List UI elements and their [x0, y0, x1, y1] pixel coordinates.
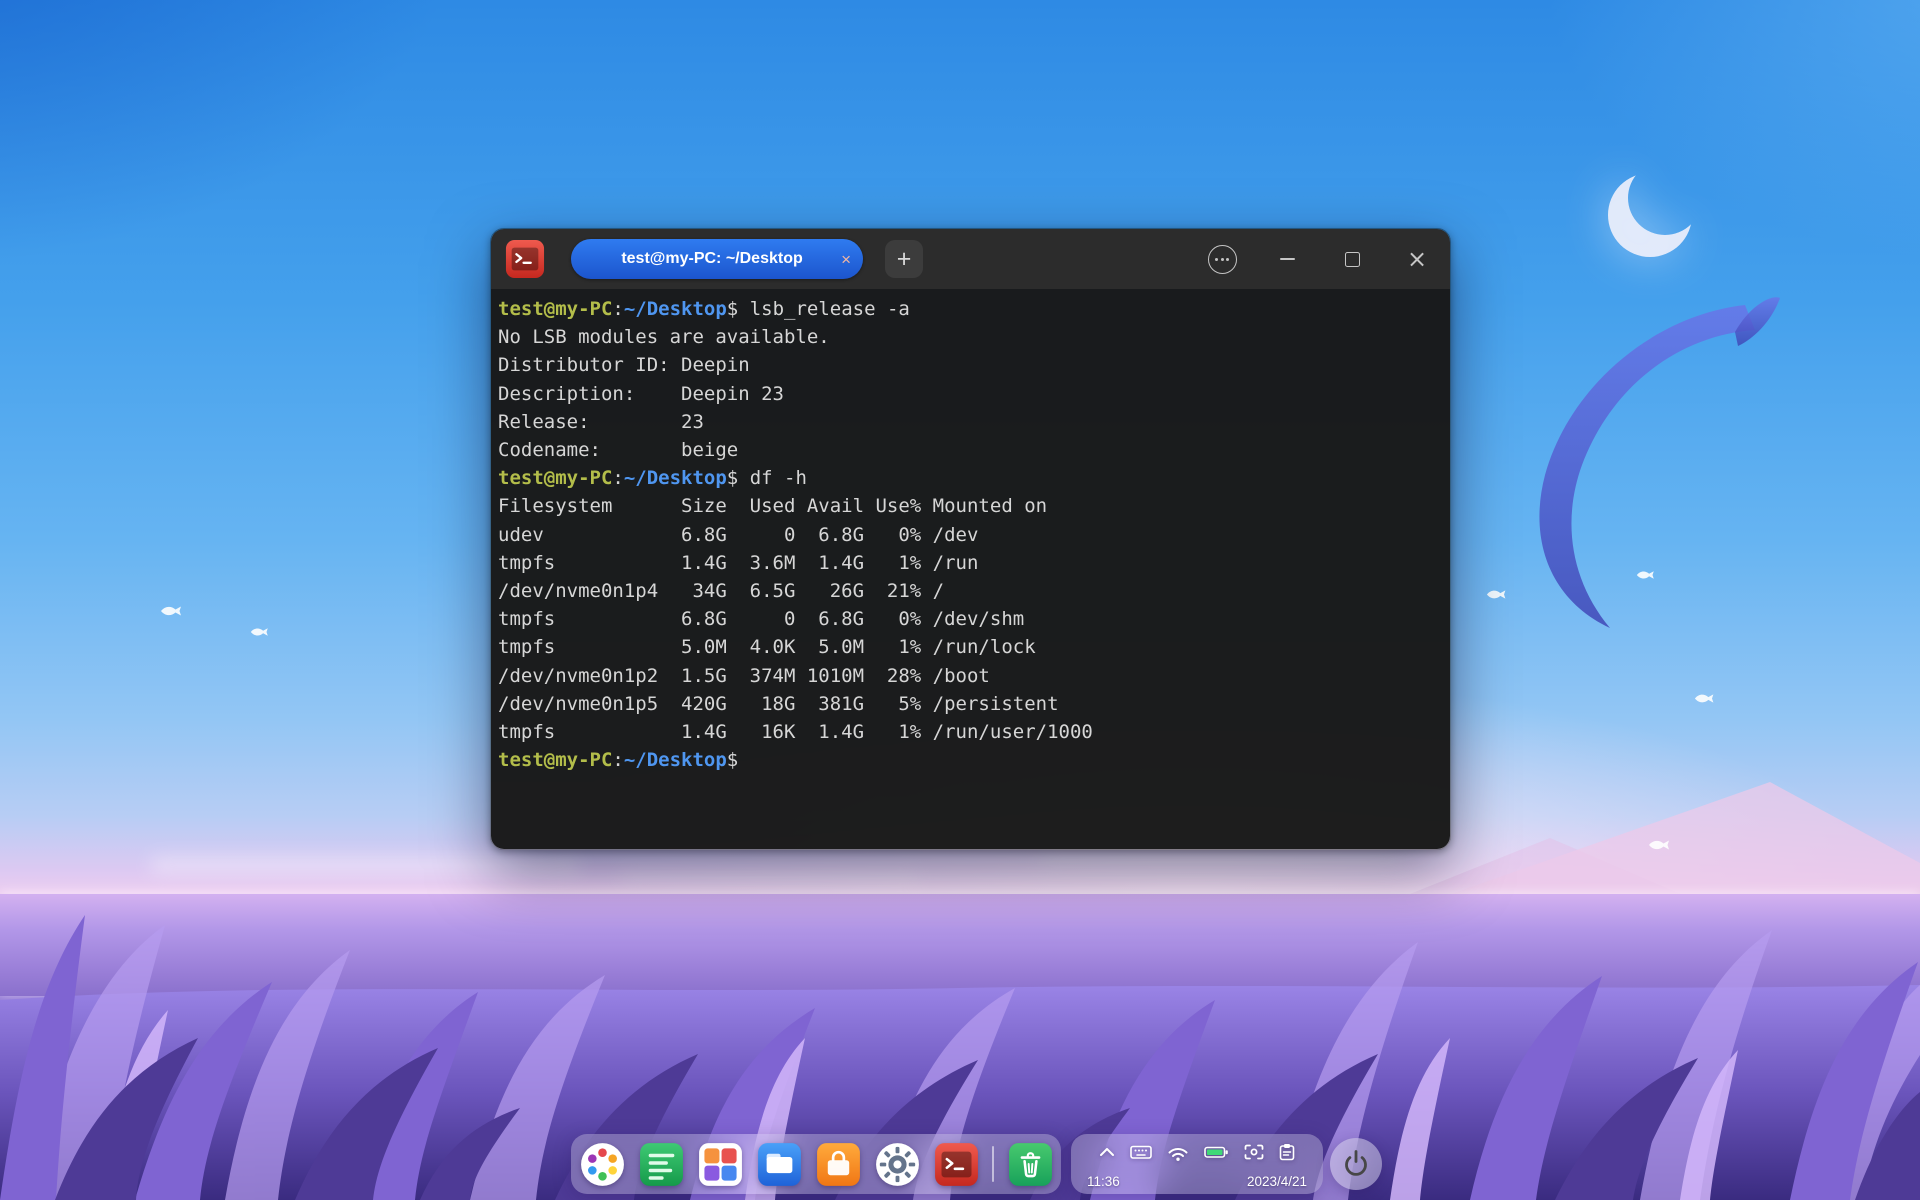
- clock-time[interactable]: 11:36: [1087, 1174, 1120, 1189]
- whale-illustration: [1450, 290, 1780, 635]
- output-line: udev 6.8G 0 6.8G 0% /dev: [498, 521, 1444, 549]
- terminal-app-icon: [505, 239, 545, 279]
- wifi-icon[interactable]: [1167, 1144, 1189, 1161]
- output-line: tmpfs 1.4G 3.6M 1.4G 1% /run: [498, 549, 1444, 577]
- output-line: Distributor ID: Deepin: [498, 351, 1444, 379]
- trash-icon: [1008, 1142, 1053, 1187]
- dock-app-control-center[interactable]: [874, 1141, 920, 1187]
- app-grid-icon: [698, 1142, 743, 1187]
- dock-app-app-grid[interactable]: [697, 1141, 743, 1187]
- terminal-tab[interactable]: test@my-PC: ~/Desktop ×: [571, 239, 863, 279]
- minimize-icon: [1280, 258, 1295, 260]
- terminal-titlebar[interactable]: test@my-PC: ~/Desktop × + ×: [491, 229, 1450, 289]
- window-menu-button[interactable]: [1199, 229, 1245, 289]
- output-line: Codename: beige: [498, 436, 1444, 464]
- terminal-window: test@my-PC: ~/Desktop × + × test@my-PC:~…: [490, 228, 1451, 850]
- ellipsis-icon: [1208, 245, 1237, 274]
- battery-icon[interactable]: [1204, 1144, 1229, 1160]
- output-line: tmpfs 1.4G 16K 1.4G 1% /run/user/1000: [498, 718, 1444, 746]
- system-monitor-icon: [639, 1142, 684, 1187]
- output-line: /dev/nvme0n1p5 420G 18G 381G 5% /persist…: [498, 690, 1444, 718]
- new-tab-button[interactable]: +: [885, 240, 923, 278]
- minimize-button[interactable]: [1264, 229, 1310, 289]
- output-line: /dev/nvme0n1p4 34G 6.5G 26G 21% /: [498, 577, 1444, 605]
- maximize-icon: [1345, 252, 1360, 267]
- output-line: Filesystem Size Used Avail Use% Mounted …: [498, 492, 1444, 520]
- dock: [571, 1134, 1061, 1194]
- fish-icon: [1648, 838, 1674, 852]
- power-button[interactable]: [1330, 1138, 1382, 1190]
- terminal-output[interactable]: test@my-PC:~/Desktop$ lsb_release -aNo L…: [491, 289, 1450, 850]
- file-manager-icon: [757, 1142, 802, 1187]
- fish-icon: [1694, 692, 1718, 705]
- dock-app-system-monitor[interactable]: [638, 1141, 684, 1187]
- output-line: Description: Deepin 23: [498, 380, 1444, 408]
- fish-icon: [1486, 588, 1510, 601]
- fish-icon: [160, 604, 186, 618]
- mountain-illustration: [1400, 768, 1920, 898]
- clipboard-icon[interactable]: [1279, 1143, 1295, 1161]
- prompt-line: test@my-PC:~/Desktop$ df -h: [498, 464, 1444, 492]
- output-line: tmpfs 5.0M 4.0K 5.0M 1% /run/lock: [498, 633, 1444, 661]
- dock-app-trash[interactable]: [1007, 1141, 1053, 1187]
- dock-app-terminal[interactable]: [933, 1141, 979, 1187]
- dock-app-file-manager[interactable]: [756, 1141, 802, 1187]
- app-store-icon: [816, 1142, 861, 1187]
- output-line: No LSB modules are available.: [498, 323, 1444, 351]
- moon-icon: [1595, 160, 1705, 270]
- dock-app-launcher[interactable]: [579, 1141, 625, 1187]
- power-icon: [1340, 1148, 1372, 1180]
- fish-icon: [1636, 569, 1658, 581]
- control-center-icon: [875, 1142, 920, 1187]
- prompt-line: test@my-PC:~/Desktop$: [498, 746, 1444, 774]
- output-line: Release: 23: [498, 408, 1444, 436]
- clock-date[interactable]: 2023/4/21: [1247, 1174, 1307, 1189]
- maximize-button[interactable]: [1329, 229, 1375, 289]
- dock-separator: [992, 1146, 994, 1182]
- fish-icon: [250, 626, 272, 638]
- close-button[interactable]: ×: [1394, 229, 1440, 289]
- dock-app-app-store[interactable]: [815, 1141, 861, 1187]
- output-line: /dev/nvme0n1p2 1.5G 374M 1010M 28% /boot: [498, 662, 1444, 690]
- cloud: [1040, 852, 1400, 865]
- cloud: [150, 858, 580, 873]
- tab-close-icon[interactable]: ×: [841, 251, 851, 268]
- terminal-icon: [934, 1142, 979, 1187]
- launcher-icon: [580, 1142, 625, 1187]
- tab-title: test@my-PC: ~/Desktop: [589, 250, 835, 268]
- output-line: tmpfs 6.8G 0 6.8G 0% /dev/shm: [498, 605, 1444, 633]
- keyboard-icon[interactable]: [1130, 1144, 1152, 1160]
- prompt-line: test@my-PC:~/Desktop$ lsb_release -a: [498, 295, 1444, 323]
- system-tray: 11:36 2023/4/21: [1071, 1134, 1323, 1194]
- chevron-up-icon[interactable]: [1099, 1147, 1115, 1157]
- screen-capture-icon[interactable]: [1244, 1144, 1264, 1160]
